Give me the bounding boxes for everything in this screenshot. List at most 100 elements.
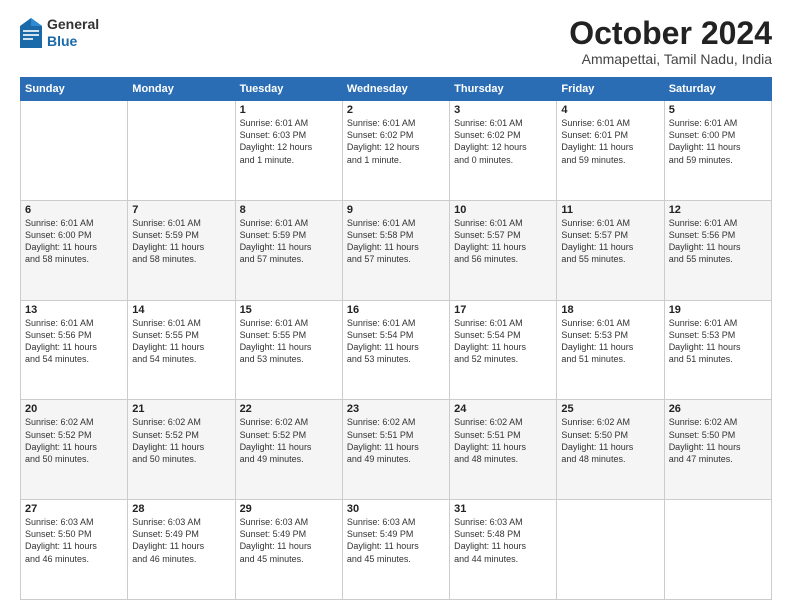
day-number: 24	[454, 403, 552, 415]
day-number: 3	[454, 104, 552, 116]
calendar-header-row: SundayMondayTuesdayWednesdayThursdayFrid…	[21, 78, 772, 101]
day-number: 4	[561, 104, 659, 116]
day-number: 18	[561, 304, 659, 316]
day-info: Sunrise: 6:02 AM Sunset: 5:52 PM Dayligh…	[132, 416, 230, 465]
calendar-cell	[128, 101, 235, 201]
calendar-cell: 10Sunrise: 6:01 AM Sunset: 5:57 PM Dayli…	[450, 200, 557, 300]
calendar-cell: 20Sunrise: 6:02 AM Sunset: 5:52 PM Dayli…	[21, 400, 128, 500]
logo-icon	[20, 18, 42, 48]
calendar-cell: 15Sunrise: 6:01 AM Sunset: 5:55 PM Dayli…	[235, 300, 342, 400]
calendar-week-2: 6Sunrise: 6:01 AM Sunset: 6:00 PM Daylig…	[21, 200, 772, 300]
day-info: Sunrise: 6:02 AM Sunset: 5:50 PM Dayligh…	[561, 416, 659, 465]
day-info: Sunrise: 6:01 AM Sunset: 5:55 PM Dayligh…	[240, 317, 338, 366]
day-info: Sunrise: 6:01 AM Sunset: 5:56 PM Dayligh…	[25, 317, 123, 366]
calendar-cell: 5Sunrise: 6:01 AM Sunset: 6:00 PM Daylig…	[664, 101, 771, 201]
day-info: Sunrise: 6:01 AM Sunset: 5:54 PM Dayligh…	[454, 317, 552, 366]
day-number: 8	[240, 204, 338, 216]
day-number: 26	[669, 403, 767, 415]
calendar-cell: 27Sunrise: 6:03 AM Sunset: 5:50 PM Dayli…	[21, 500, 128, 600]
logo-text: General Blue	[47, 16, 99, 50]
day-info: Sunrise: 6:01 AM Sunset: 6:02 PM Dayligh…	[454, 117, 552, 166]
day-number: 14	[132, 304, 230, 316]
day-number: 25	[561, 403, 659, 415]
day-info: Sunrise: 6:02 AM Sunset: 5:51 PM Dayligh…	[347, 416, 445, 465]
calendar-cell: 13Sunrise: 6:01 AM Sunset: 5:56 PM Dayli…	[21, 300, 128, 400]
calendar-header-saturday: Saturday	[664, 78, 771, 101]
calendar-cell	[557, 500, 664, 600]
day-number: 31	[454, 503, 552, 515]
day-number: 2	[347, 104, 445, 116]
day-info: Sunrise: 6:02 AM Sunset: 5:50 PM Dayligh…	[669, 416, 767, 465]
day-number: 29	[240, 503, 338, 515]
calendar-cell: 26Sunrise: 6:02 AM Sunset: 5:50 PM Dayli…	[664, 400, 771, 500]
calendar-cell: 31Sunrise: 6:03 AM Sunset: 5:48 PM Dayli…	[450, 500, 557, 600]
page: General Blue October 2024 Ammapettai, Ta…	[0, 0, 792, 612]
calendar-cell: 29Sunrise: 6:03 AM Sunset: 5:49 PM Dayli…	[235, 500, 342, 600]
day-info: Sunrise: 6:01 AM Sunset: 5:57 PM Dayligh…	[454, 217, 552, 266]
day-number: 9	[347, 204, 445, 216]
calendar-cell: 9Sunrise: 6:01 AM Sunset: 5:58 PM Daylig…	[342, 200, 449, 300]
calendar-header-thursday: Thursday	[450, 78, 557, 101]
day-info: Sunrise: 6:01 AM Sunset: 5:53 PM Dayligh…	[669, 317, 767, 366]
logo-blue: Blue	[47, 33, 99, 50]
day-number: 28	[132, 503, 230, 515]
logo: General Blue	[20, 16, 99, 50]
calendar-header-wednesday: Wednesday	[342, 78, 449, 101]
calendar-cell	[21, 101, 128, 201]
day-number: 19	[669, 304, 767, 316]
day-number: 7	[132, 204, 230, 216]
calendar-cell: 2Sunrise: 6:01 AM Sunset: 6:02 PM Daylig…	[342, 101, 449, 201]
calendar-cell: 1Sunrise: 6:01 AM Sunset: 6:03 PM Daylig…	[235, 101, 342, 201]
day-number: 21	[132, 403, 230, 415]
calendar-cell: 22Sunrise: 6:02 AM Sunset: 5:52 PM Dayli…	[235, 400, 342, 500]
calendar-cell: 7Sunrise: 6:01 AM Sunset: 5:59 PM Daylig…	[128, 200, 235, 300]
calendar-cell: 3Sunrise: 6:01 AM Sunset: 6:02 PM Daylig…	[450, 101, 557, 201]
day-number: 12	[669, 204, 767, 216]
day-number: 22	[240, 403, 338, 415]
day-number: 17	[454, 304, 552, 316]
day-number: 27	[25, 503, 123, 515]
calendar-cell: 30Sunrise: 6:03 AM Sunset: 5:49 PM Dayli…	[342, 500, 449, 600]
day-info: Sunrise: 6:01 AM Sunset: 6:00 PM Dayligh…	[669, 117, 767, 166]
calendar-cell: 18Sunrise: 6:01 AM Sunset: 5:53 PM Dayli…	[557, 300, 664, 400]
day-info: Sunrise: 6:02 AM Sunset: 5:52 PM Dayligh…	[240, 416, 338, 465]
calendar-week-1: 1Sunrise: 6:01 AM Sunset: 6:03 PM Daylig…	[21, 101, 772, 201]
day-info: Sunrise: 6:01 AM Sunset: 6:02 PM Dayligh…	[347, 117, 445, 166]
calendar-header-friday: Friday	[557, 78, 664, 101]
day-info: Sunrise: 6:01 AM Sunset: 6:01 PM Dayligh…	[561, 117, 659, 166]
logo-general: General	[47, 16, 99, 33]
calendar-week-5: 27Sunrise: 6:03 AM Sunset: 5:50 PM Dayli…	[21, 500, 772, 600]
day-number: 1	[240, 104, 338, 116]
calendar-header-tuesday: Tuesday	[235, 78, 342, 101]
day-info: Sunrise: 6:01 AM Sunset: 6:00 PM Dayligh…	[25, 217, 123, 266]
day-info: Sunrise: 6:01 AM Sunset: 5:56 PM Dayligh…	[669, 217, 767, 266]
subtitle: Ammapettai, Tamil Nadu, India	[569, 51, 772, 67]
calendar-table: SundayMondayTuesdayWednesdayThursdayFrid…	[20, 77, 772, 600]
calendar-week-3: 13Sunrise: 6:01 AM Sunset: 5:56 PM Dayli…	[21, 300, 772, 400]
day-info: Sunrise: 6:02 AM Sunset: 5:52 PM Dayligh…	[25, 416, 123, 465]
day-info: Sunrise: 6:01 AM Sunset: 5:57 PM Dayligh…	[561, 217, 659, 266]
day-number: 20	[25, 403, 123, 415]
day-info: Sunrise: 6:01 AM Sunset: 5:59 PM Dayligh…	[240, 217, 338, 266]
calendar-cell: 24Sunrise: 6:02 AM Sunset: 5:51 PM Dayli…	[450, 400, 557, 500]
day-number: 10	[454, 204, 552, 216]
calendar-cell: 6Sunrise: 6:01 AM Sunset: 6:00 PM Daylig…	[21, 200, 128, 300]
calendar-cell: 11Sunrise: 6:01 AM Sunset: 5:57 PM Dayli…	[557, 200, 664, 300]
day-info: Sunrise: 6:02 AM Sunset: 5:51 PM Dayligh…	[454, 416, 552, 465]
calendar-cell	[664, 500, 771, 600]
day-number: 5	[669, 104, 767, 116]
calendar-cell: 16Sunrise: 6:01 AM Sunset: 5:54 PM Dayli…	[342, 300, 449, 400]
main-title: October 2024	[569, 16, 772, 51]
day-info: Sunrise: 6:01 AM Sunset: 5:58 PM Dayligh…	[347, 217, 445, 266]
day-number: 30	[347, 503, 445, 515]
header: General Blue October 2024 Ammapettai, Ta…	[20, 16, 772, 67]
day-number: 16	[347, 304, 445, 316]
calendar-cell: 23Sunrise: 6:02 AM Sunset: 5:51 PM Dayli…	[342, 400, 449, 500]
calendar-cell: 28Sunrise: 6:03 AM Sunset: 5:49 PM Dayli…	[128, 500, 235, 600]
day-info: Sunrise: 6:03 AM Sunset: 5:50 PM Dayligh…	[25, 516, 123, 565]
day-info: Sunrise: 6:03 AM Sunset: 5:49 PM Dayligh…	[347, 516, 445, 565]
title-block: October 2024 Ammapettai, Tamil Nadu, Ind…	[569, 16, 772, 67]
day-info: Sunrise: 6:01 AM Sunset: 5:55 PM Dayligh…	[132, 317, 230, 366]
day-info: Sunrise: 6:01 AM Sunset: 5:59 PM Dayligh…	[132, 217, 230, 266]
calendar-header-monday: Monday	[128, 78, 235, 101]
